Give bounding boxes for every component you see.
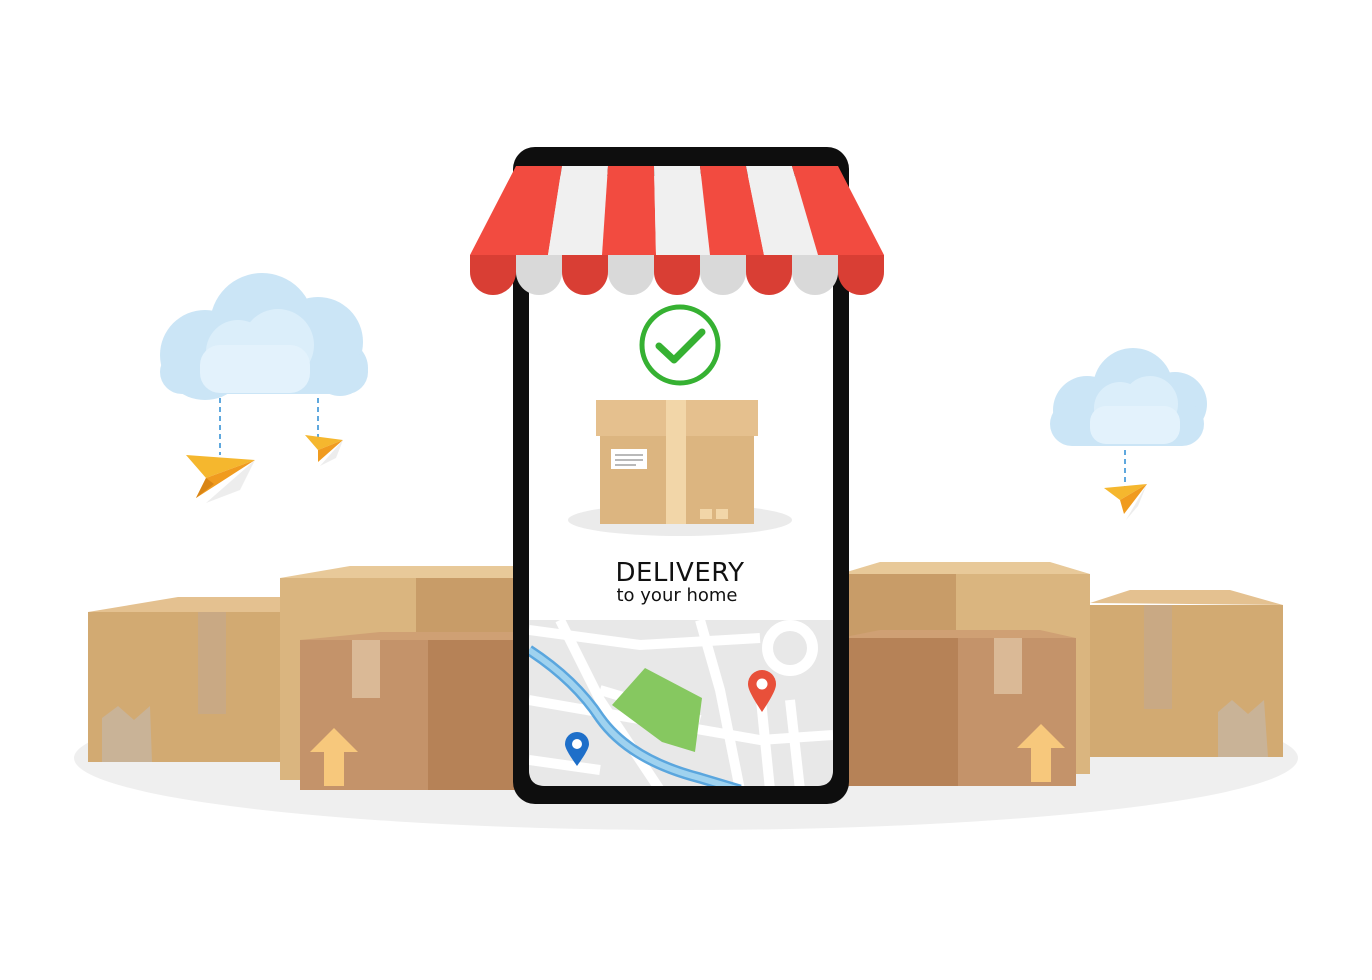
paper-plane-icon xyxy=(1104,484,1147,520)
checkmark-circle-icon xyxy=(639,304,721,386)
headline: DELIVERY xyxy=(615,558,744,588)
delivery-illustration: DELIVERY to your home xyxy=(0,0,1372,980)
cardboard-box-icon xyxy=(300,632,525,790)
map-view xyxy=(529,620,833,786)
illustration-canvas: DELIVERY to your home xyxy=(74,147,1298,830)
cardboard-box-icon xyxy=(88,597,290,762)
shop-awning xyxy=(470,166,884,295)
cardboard-box-icon xyxy=(1090,590,1283,757)
paper-plane-icon xyxy=(186,455,255,503)
paper-plane-icon xyxy=(305,435,343,466)
left-cloud-icon xyxy=(160,273,368,400)
cardboard-box-icon xyxy=(840,630,1076,786)
right-cloud-icon xyxy=(1050,348,1207,446)
subheadline: to your home xyxy=(616,585,737,606)
